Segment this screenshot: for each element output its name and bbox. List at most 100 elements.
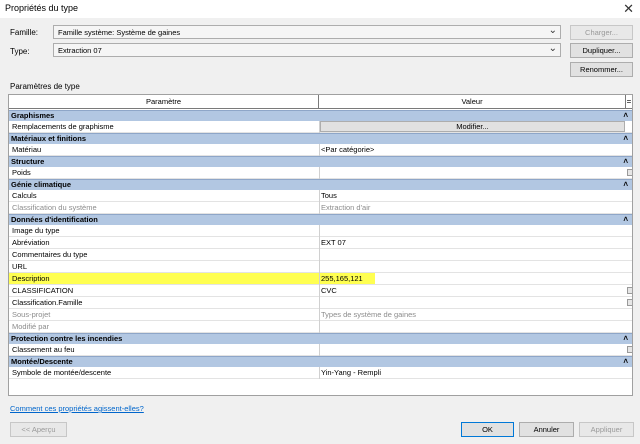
group-name: Protection contre les incendies [11, 334, 123, 343]
parameter-value[interactable]: Tous [321, 190, 621, 201]
chevron-down-icon: ⌄ [548, 43, 557, 54]
grid-rows: Graphismes ˄ Remplacements de graphisme Mod… [9, 110, 632, 379]
group-header[interactable]: Structure ˄ [9, 156, 632, 167]
parameter-name: Classification.Famille [12, 298, 83, 307]
group-header[interactable]: Génie climatique ˄ [9, 179, 632, 190]
collapse-chevron-icon[interactable]: ˄ [623, 215, 628, 225]
parameter-value[interactable]: 255,165,121 [321, 273, 621, 284]
parameter-row[interactable]: Calculs Tous [9, 190, 632, 202]
parameter-name: Abréviation [12, 238, 50, 247]
parameter-row[interactable]: Remplacements de graphisme Modifier... [9, 121, 632, 133]
section-label: Paramètres de type [10, 82, 80, 91]
parameter-row[interactable]: Abréviation EXT 07 [9, 237, 632, 249]
duplicate-button[interactable]: Dupliquer... [570, 43, 633, 58]
column-divider [319, 167, 320, 179]
parameter-value[interactable]: Yin-Yang - Rempli [321, 367, 621, 378]
help-link[interactable]: Comment ces propriétés agissent-elles? [10, 404, 144, 413]
column-header-value[interactable]: Valeur [319, 95, 626, 109]
column-divider [319, 261, 320, 273]
group-header[interactable]: Montée/Descente ˄ [9, 356, 632, 367]
type-label: Type: [10, 47, 30, 56]
title-bar: Propriétés du type ✕ [0, 0, 640, 18]
parameter-row[interactable]: Modifié par [9, 321, 632, 333]
column-divider [319, 297, 320, 309]
chevron-down-icon: ⌄ [548, 25, 557, 36]
column-divider [319, 237, 320, 249]
collapse-chevron-icon[interactable]: ˄ [623, 334, 628, 344]
group-header[interactable]: Graphismes ˄ [9, 110, 632, 121]
column-divider [319, 344, 320, 356]
group-name: Génie climatique [11, 180, 72, 189]
parameter-name: Classement au feu [12, 345, 75, 354]
type-value: Extraction 07 [58, 46, 102, 55]
window-title: Propriétés du type [5, 3, 79, 13]
parameter-row[interactable]: Classement au feu [9, 344, 632, 356]
formula-checkbox[interactable] [627, 299, 632, 306]
group-name: Matériaux et finitions [11, 134, 87, 143]
parameter-value: Extraction d'air [321, 203, 371, 212]
group-name: Montée/Descente [11, 357, 73, 366]
parameter-name: Sous-projet [12, 310, 51, 319]
load-button[interactable]: Charger... [570, 25, 633, 40]
column-divider [319, 249, 320, 261]
parameter-value[interactable]: CVC [321, 285, 621, 296]
edit-graphics-button[interactable]: Modifier... [320, 121, 625, 132]
column-header-parameter[interactable]: Paramètre [9, 95, 319, 109]
parameter-value[interactable]: <Par catégorie> [321, 144, 621, 155]
parameter-row[interactable]: Commentaires du type [9, 249, 632, 261]
grid-header: Paramètre Valeur = [9, 95, 632, 109]
type-parameters-grid[interactable]: Paramètre Valeur = Graphismes ˄ Remplaceme… [8, 94, 633, 396]
parameter-name: Description [12, 274, 50, 283]
collapse-chevron-icon[interactable]: ˄ [623, 180, 628, 190]
column-divider [319, 309, 320, 321]
parameter-row[interactable]: Description 255,165,121 [9, 273, 632, 285]
parameter-value: Types de système de gaines [321, 310, 417, 319]
column-divider [319, 367, 320, 379]
collapse-chevron-icon[interactable]: ˄ [623, 111, 628, 121]
parameter-row[interactable]: Poids [9, 167, 632, 179]
parameter-row[interactable]: Classification du système Extraction d'ai… [9, 202, 632, 214]
apply-button[interactable]: Appliquer [579, 422, 634, 437]
column-divider [319, 285, 320, 297]
parameter-row[interactable]: Classification.Famille [9, 297, 632, 309]
formula-checkbox[interactable] [627, 287, 632, 294]
rename-button[interactable]: Renommer... [570, 62, 633, 77]
type-dropdown[interactable]: Extraction 07 ⌄ [53, 43, 561, 57]
cancel-button[interactable]: Annuler [519, 422, 574, 437]
formula-checkbox[interactable] [627, 169, 632, 176]
ok-button[interactable]: OK [461, 422, 514, 437]
parameter-row[interactable]: Symbole de montée/descente Yin-Yang - Rem… [9, 367, 632, 379]
group-header[interactable]: Matériaux et finitions ˄ [9, 133, 632, 144]
parameter-name: Calculs [12, 191, 37, 200]
parameter-name: Poids [12, 168, 31, 177]
parameter-row[interactable]: Sous-projet Types de système de gaines [9, 309, 632, 321]
parameter-name: CLASSIFICATION [12, 286, 74, 295]
parameter-name: Matériau [12, 145, 42, 154]
family-dropdown[interactable]: Famille système: Système de gaines ⌄ [53, 25, 561, 39]
collapse-chevron-icon[interactable]: ˄ [623, 157, 628, 167]
column-divider [319, 321, 320, 333]
group-name: Données d'identification [11, 215, 98, 224]
parameter-name: Remplacements de graphisme [12, 122, 114, 131]
parameter-row[interactable]: CLASSIFICATION CVC [9, 285, 632, 297]
preview-button[interactable]: << Aperçu [10, 422, 67, 437]
family-label: Famille: [10, 28, 39, 37]
formula-checkbox[interactable] [627, 346, 632, 353]
parameter-row[interactable]: URL [9, 261, 632, 273]
parameter-name: Symbole de montée/descente [12, 368, 112, 377]
column-divider [319, 225, 320, 237]
parameter-value[interactable]: EXT 07 [321, 237, 621, 248]
parameter-name: Modifié par [12, 322, 50, 331]
column-divider [319, 273, 320, 285]
column-header-equals[interactable]: = [626, 95, 632, 109]
group-name: Structure [11, 157, 45, 166]
group-header[interactable]: Protection contre les incendies ˄ [9, 333, 632, 344]
collapse-chevron-icon[interactable]: ˄ [623, 357, 628, 367]
parameter-name: URL [12, 262, 28, 271]
collapse-chevron-icon[interactable]: ˄ [623, 134, 628, 144]
group-name: Graphismes [11, 111, 55, 120]
group-header[interactable]: Données d'identification ˄ [9, 214, 632, 225]
close-icon[interactable]: ✕ [623, 1, 634, 17]
parameter-row[interactable]: Matériau <Par catégorie> [9, 144, 632, 156]
parameter-row[interactable]: Image du type [9, 225, 632, 237]
